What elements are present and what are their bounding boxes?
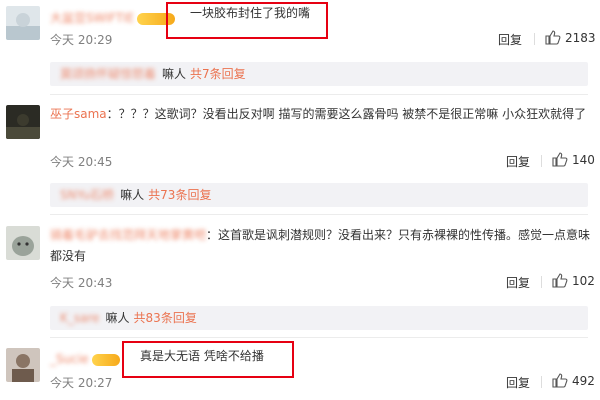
like-button[interactable]: 2183	[545, 30, 596, 45]
thumbs-up-icon	[552, 152, 568, 167]
highlight-box	[166, 2, 328, 39]
sub-reply-label: 嘛人	[105, 311, 130, 325]
sub-reply-bar[interactable]: 莫颂扬怀疑惊怒着 嘛人 共7条回复	[50, 62, 588, 86]
sub-reply-bar[interactable]: SNYu石桥 嘛人 共73条回复	[50, 183, 588, 207]
comment-text: 巫子sama：？？？这歌词？没看出反对啊 描写的需要这么露骨吗 被禁不是很正常嘛…	[50, 107, 587, 121]
username[interactable]: 骑着毛驴去找范拜天地掌黄吧	[50, 228, 206, 242]
divider	[541, 155, 542, 167]
sub-reply-bar[interactable]: K_sare 嘛人 共83条回复	[50, 306, 588, 330]
timestamp: 今天 20:43	[50, 276, 113, 290]
highlight-box	[122, 341, 294, 378]
comment-text: 骑着毛驴去找范拜天地掌黄吧：这首歌是讽刺潜规则？没看出来？只有赤裸裸的性传播。感…	[50, 228, 591, 263]
avatar[interactable]	[6, 348, 40, 382]
username[interactable]: 巫子sama	[50, 107, 107, 121]
sub-reply-user[interactable]: K_sare	[60, 311, 100, 325]
sub-reply-label: 嘛人	[120, 188, 145, 202]
vip-badge-icon	[91, 353, 120, 366]
reply-button[interactable]: 回复	[498, 31, 522, 48]
divider	[541, 376, 542, 388]
username[interactable]: _Sucie	[50, 352, 120, 366]
divider	[50, 214, 588, 215]
thumbs-up-icon	[545, 30, 561, 45]
timestamp: 今天 20:27	[50, 376, 113, 390]
avatar[interactable]	[6, 105, 40, 139]
reply-button[interactable]: 回复	[506, 153, 530, 170]
like-count: 492	[572, 373, 595, 388]
divider	[541, 276, 542, 288]
avatar[interactable]	[6, 226, 40, 260]
sub-reply-user[interactable]: SNYu石桥	[60, 188, 114, 202]
reply-button[interactable]: 回复	[506, 274, 530, 291]
avatar[interactable]	[6, 6, 40, 40]
sub-reply-user[interactable]: 莫颂扬怀疑惊怒着	[60, 67, 156, 81]
view-replies-link[interactable]: 共7条回复	[190, 67, 246, 81]
divider	[50, 94, 588, 95]
thumbs-up-icon	[552, 273, 568, 288]
divider	[534, 33, 535, 45]
like-button[interactable]: 140	[552, 152, 595, 167]
view-replies-link[interactable]: 共83条回复	[134, 311, 197, 325]
reply-button[interactable]: 回复	[506, 374, 530, 391]
like-count: 102	[572, 273, 595, 288]
like-button[interactable]: 102	[552, 273, 595, 288]
sub-reply-label: 嘛人	[162, 67, 187, 81]
like-count: 140	[572, 152, 595, 167]
like-count: 2183	[565, 30, 596, 45]
view-replies-link[interactable]: 共73条回复	[148, 188, 211, 202]
username[interactable]: 大盆豆SWIFTIE	[50, 9, 176, 26]
timestamp: 今天 20:29	[50, 33, 113, 47]
timestamp: 今天 20:45	[50, 155, 113, 169]
divider	[50, 337, 588, 338]
thumbs-up-icon	[552, 373, 568, 388]
like-button[interactable]: 492	[552, 373, 595, 388]
